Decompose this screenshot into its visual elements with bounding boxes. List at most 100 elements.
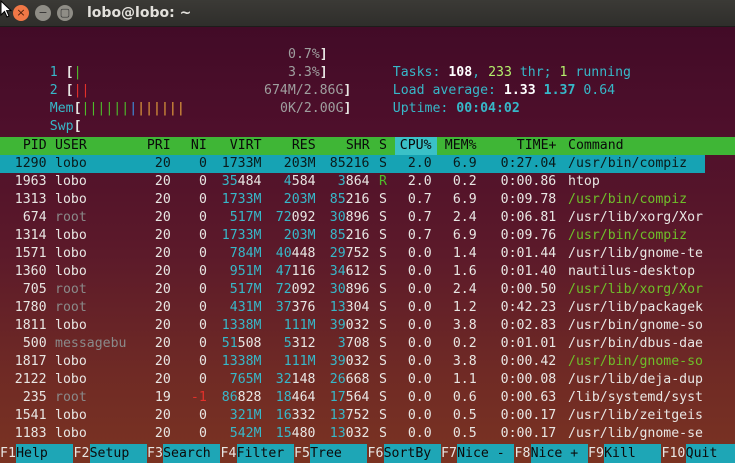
shr-header[interactable]: SHR: [346, 137, 370, 155]
cell-cpu: 0.7: [407, 228, 432, 243]
cell-ni: 0: [198, 300, 207, 315]
cell-shr: 29752: [329, 246, 370, 261]
res-header[interactable]: RES: [292, 137, 316, 155]
process-row[interactable]: 1314 lobo 20 0 1733M 203M 85216 S 0.7 6.9 0:09.76 /…: [0, 227, 735, 245]
process-row[interactable]: 1183 lobo 20 0 542M 15480 13032 S 0.0 0.5 0:00.17 /…: [0, 425, 735, 443]
cell-cmd: /usr/bin/compiz: [568, 192, 688, 207]
cell-res: 111M: [283, 318, 316, 333]
cell-mem: 1.6: [452, 264, 477, 279]
cell-shr: 85216: [329, 192, 370, 207]
mem-bars-cache: ||||||: [137, 101, 185, 116]
cpu2-meter: 2 [||: [49, 83, 90, 98]
cell-s: S: [379, 300, 387, 315]
process-row[interactable]: 1811 lobo 20 0 1338M 111M 39032 S 0.0 3.8 0:02.83 /…: [0, 317, 735, 335]
cell-res: 16332: [275, 408, 316, 423]
fkey-f7-action[interactable]: Nice -: [457, 444, 515, 463]
fkey-f3: F3: [147, 446, 163, 461]
cell-pid: 1811: [14, 318, 47, 333]
cell-pri: 20: [154, 372, 171, 387]
cell-cmd: /usr/lib/deja-dup: [568, 372, 703, 387]
fkey-f7: F7: [441, 446, 457, 461]
cell-pri: 20: [154, 228, 171, 243]
cpu-header[interactable]: CPU%: [400, 137, 432, 155]
cell-virt: 517M: [229, 282, 262, 297]
cell-virt: 86828: [221, 390, 262, 405]
cell-pid: 1817: [14, 354, 47, 369]
mem-header[interactable]: MEM%: [445, 137, 477, 155]
fkey-f3-action[interactable]: Search: [163, 444, 221, 463]
process-row[interactable]: 1963 lobo 20 0 35484 4584 3864 R 2.0 0.2 0:00.86 ht…: [0, 173, 735, 191]
fkey-f4-action[interactable]: Filter: [236, 444, 294, 463]
tasks-summary: Tasks: 108, 233 thr; 1 running: [392, 65, 632, 80]
process-row[interactable]: 674 root 20 0 517M 72092 30896 S 0.7 2.4 0:06.81/u…: [0, 209, 735, 227]
process-row[interactable]: 1817 lobo 20 0 1338M 111M 39032 S 0.0 3.8 0:00.42 /…: [0, 353, 735, 371]
virt-header[interactable]: VIRT: [230, 137, 262, 155]
cell-ni: 0: [198, 354, 207, 369]
process-row[interactable]: 1290 lobo 20 0 1733M 203M 85216 S 2.0 6.9 0:27.04 /…: [0, 155, 735, 173]
cell-user: lobo: [55, 264, 87, 279]
process-row[interactable]: 1313 lobo 20 0 1733M 203M 85216 S 0.7 6.9 0:09.78 /…: [0, 191, 735, 209]
cell-user: lobo: [55, 246, 87, 261]
cell-pid: 1963: [14, 174, 47, 189]
cell-virt: 51508: [221, 336, 262, 351]
fkey-f1: F1: [0, 446, 16, 461]
minimize-window-button[interactable]: −: [35, 5, 51, 21]
cell-cmd: /usr/lib/gnome-te: [568, 246, 703, 261]
cell-cpu: 0.0: [407, 408, 432, 423]
process-row[interactable]: 1571 lobo 20 0 784M 40448 29752 S 0.0 1.4 0:01.44 /…: [0, 245, 735, 263]
cell-virt: 765M: [229, 372, 262, 387]
fkey-f2-action[interactable]: Setup: [89, 444, 147, 463]
maximize-window-button[interactable]: ▢: [57, 5, 73, 21]
fkey-f6: F6: [367, 446, 384, 461]
cell-virt: 35484: [221, 174, 262, 189]
cell-pid: 1313: [14, 192, 47, 207]
cell-time: 0:00.63: [500, 390, 557, 405]
cell-ni: 0: [198, 192, 207, 207]
cell-s: S: [379, 210, 387, 225]
cell-virt: 542M: [229, 426, 262, 441]
cell-ni: 0: [198, 282, 207, 297]
process-row[interactable]: 1780 root 20 0 431M 37376 13304 S 0.0 1.2 0:42.23 /…: [0, 299, 735, 317]
state-header[interactable]: S: [379, 137, 387, 155]
cell-mem: 3.8: [452, 318, 477, 333]
close-window-button[interactable]: ×: [13, 5, 29, 21]
time-header[interactable]: TIME+: [517, 137, 557, 155]
cell-user: lobo: [55, 408, 87, 423]
user-header[interactable]: USER: [55, 137, 87, 155]
pid-header[interactable]: PID: [23, 137, 47, 155]
pri-header[interactable]: PRI: [147, 137, 171, 155]
cell-user: lobo: [55, 354, 87, 369]
cell-ni: 0: [198, 210, 207, 225]
process-row[interactable]: 1360 lobo 20 0 951M 47116 34612 S 0.0 1.6 0:01.40 n…: [0, 263, 735, 281]
fkey-f1-action[interactable]: Help: [16, 444, 74, 463]
process-row[interactable]: 1541 lobo 20 0 321M 16332 13752 S 0.0 0.5 0:00.17 /…: [0, 407, 735, 425]
fkey-f10-action[interactable]: Quit: [685, 444, 735, 463]
command-header[interactable]: Command: [568, 137, 624, 155]
cell-res: 37376: [275, 300, 316, 315]
column-headers: PID USER PRI NI VIRT RES SHR S CPU% MEM% TIME+ Comm…: [0, 137, 735, 155]
cell-mem: 1.4: [452, 246, 477, 261]
process-row[interactable]: 2122 lobo 20 0 765M 32148 26668 S 0.0 1.1 0:00.08 /…: [0, 371, 735, 389]
process-row[interactable]: 235 root 19 -1 86828 18464 17564 S 0.0 0.6 0:00.63…: [0, 389, 735, 407]
fkey-f6-action[interactable]: SortBy: [383, 444, 441, 463]
mem-bars-used: ||||||: [81, 101, 130, 116]
cell-s: S: [379, 354, 387, 369]
cell-ni: 0: [198, 246, 207, 261]
cell-cpu: 0.7: [407, 192, 432, 207]
cell-pri: 20: [154, 408, 171, 423]
process-row[interactable]: 500 messagebu 20 0 51508 5312 3708 S 0.0 0.2 0:01.…: [0, 335, 735, 353]
cell-cmd: /usr/lib/gnome-se: [568, 426, 703, 441]
cell-shr: 26668: [329, 372, 370, 387]
cell-user: root: [55, 300, 87, 315]
process-row[interactable]: 705 root 20 0 517M 72092 30896 S 0.0 2.4 0:00.50/u…: [0, 281, 735, 299]
ni-header[interactable]: NI: [191, 137, 207, 155]
cell-time: 0:02.83: [500, 318, 557, 333]
fkey-f9-action[interactable]: Kill: [604, 444, 662, 463]
cell-ni: 0: [198, 426, 207, 441]
fkey-f10: F10: [661, 446, 686, 461]
cell-cpu: 0.0: [407, 318, 432, 333]
fkey-f8-action[interactable]: Nice +: [530, 444, 588, 463]
fkey-f5-action[interactable]: Tree: [310, 444, 368, 463]
cell-pri: 20: [154, 174, 171, 189]
cell-s: S: [379, 228, 387, 243]
